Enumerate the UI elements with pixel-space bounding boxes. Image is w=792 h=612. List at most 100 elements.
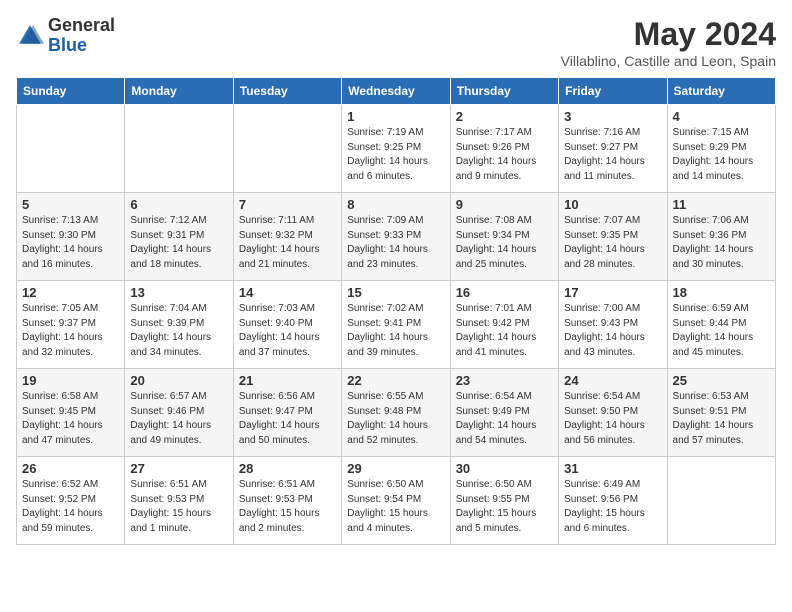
day-detail: Sunrise: 7:03 AM Sunset: 9:40 PM Dayligh… [239,302,336,360]
day-number: 7 [239,197,336,212]
day-detail: Sunrise: 7:15 AM Sunset: 9:29 PM Dayligh… [673,126,770,184]
day-number: 8 [347,197,444,212]
calendar-week-3: 12 Sunrise: 7:05 AM Sunset: 9:37 PM Dayli… [17,281,776,369]
day-number: 20 [130,373,227,388]
day-number: 30 [456,461,553,476]
calendar-cell: 4 Sunrise: 7:15 AM Sunset: 9:29 PM Daylig… [667,105,775,193]
calendar-cell: 28Sunrise: 6:51 AM Sunset: 9:53 PM Dayli… [233,457,341,545]
day-detail: Sunrise: 7:11 AM Sunset: 9:32 PM Dayligh… [239,214,336,272]
logo-general-text: General [48,16,115,36]
day-detail: Sunrise: 7:06 AM Sunset: 9:36 PM Dayligh… [673,214,770,272]
day-detail: Sunrise: 7:05 AM Sunset: 9:37 PM Dayligh… [22,302,119,360]
weekday-header-thursday: Thursday [450,78,558,105]
calendar-cell [233,105,341,193]
day-detail: Sunrise: 6:51 AM Sunset: 9:53 PM Dayligh… [130,478,227,536]
calendar-week-1: 1 Sunrise: 7:19 AM Sunset: 9:25 PM Daylig… [17,105,776,193]
day-number: 21 [239,373,336,388]
day-number: 2 [456,109,553,124]
calendar-cell: 20Sunrise: 6:57 AM Sunset: 9:46 PM Dayli… [125,369,233,457]
calendar-cell: 2 Sunrise: 7:17 AM Sunset: 9:26 PM Daylig… [450,105,558,193]
day-number: 11 [673,197,770,212]
calendar-cell: 7 Sunrise: 7:11 AM Sunset: 9:32 PM Daylig… [233,193,341,281]
day-detail: Sunrise: 7:12 AM Sunset: 9:31 PM Dayligh… [130,214,227,272]
day-detail: Sunrise: 7:19 AM Sunset: 9:25 PM Dayligh… [347,126,444,184]
day-number: 27 [130,461,227,476]
day-detail: Sunrise: 7:09 AM Sunset: 9:33 PM Dayligh… [347,214,444,272]
calendar-cell: 31Sunrise: 6:49 AM Sunset: 9:56 PM Dayli… [559,457,667,545]
calendar-cell: 26Sunrise: 6:52 AM Sunset: 9:52 PM Dayli… [17,457,125,545]
calendar-week-5: 26Sunrise: 6:52 AM Sunset: 9:52 PM Dayli… [17,457,776,545]
calendar-cell: 27 Sunrise: 6:51 AM Sunset: 9:53 PM Dayli… [125,457,233,545]
weekday-header-monday: Monday [125,78,233,105]
day-number: 16 [456,285,553,300]
calendar-cell: 12 Sunrise: 7:05 AM Sunset: 9:37 PM Dayli… [17,281,125,369]
day-number: 3 [564,109,661,124]
day-detail: Sunrise: 7:13 AM Sunset: 9:30 PM Dayligh… [22,214,119,272]
day-detail: Sunrise: 7:01 AM Sunset: 9:42 PM Dayligh… [456,302,553,360]
calendar-cell: 8 Sunrise: 7:09 AM Sunset: 9:33 PM Daylig… [342,193,450,281]
calendar-cell: 14 Sunrise: 7:03 AM Sunset: 9:40 PM Dayli… [233,281,341,369]
calendar-cell: 5 Sunrise: 7:13 AM Sunset: 9:30 PM Daylig… [17,193,125,281]
day-detail: Sunrise: 6:54 AM Sunset: 9:49 PM Dayligh… [456,390,553,448]
day-detail: Sunrise: 6:54 AM Sunset: 9:50 PM Dayligh… [564,390,661,448]
day-detail: Sunrise: 7:02 AM Sunset: 9:41 PM Dayligh… [347,302,444,360]
weekday-header-saturday: Saturday [667,78,775,105]
calendar-cell: 15 Sunrise: 7:02 AM Sunset: 9:41 PM Dayli… [342,281,450,369]
title-area: May 2024 Villablino, Castille and Leon, … [561,16,776,69]
day-number: 4 [673,109,770,124]
calendar-body: 1 Sunrise: 7:19 AM Sunset: 9:25 PM Daylig… [17,105,776,545]
day-detail: Sunrise: 6:51 AM Sunset: 9:53 PM Dayligh… [239,478,336,536]
day-detail: Sunrise: 6:50 AM Sunset: 9:55 PM Dayligh… [456,478,553,536]
calendar-cell: 19 Sunrise: 6:58 AM Sunset: 9:45 PM Dayli… [17,369,125,457]
day-detail: Sunrise: 6:56 AM Sunset: 9:47 PM Dayligh… [239,390,336,448]
calendar-cell: 16 Sunrise: 7:01 AM Sunset: 9:42 PM Dayli… [450,281,558,369]
day-detail: Sunrise: 6:58 AM Sunset: 9:45 PM Dayligh… [22,390,119,448]
calendar-cell: 23 Sunrise: 6:54 AM Sunset: 9:49 PM Dayli… [450,369,558,457]
calendar-cell: 30 Sunrise: 6:50 AM Sunset: 9:55 PM Dayli… [450,457,558,545]
day-number: 14 [239,285,336,300]
logo-text: General Blue [48,16,115,56]
calendar-cell: 13Sunrise: 7:04 AM Sunset: 9:39 PM Dayli… [125,281,233,369]
logo-blue-text: Blue [48,36,115,56]
day-number: 9 [456,197,553,212]
calendar-cell [17,105,125,193]
calendar-cell: 22Sunrise: 6:55 AM Sunset: 9:48 PM Dayli… [342,369,450,457]
day-detail: Sunrise: 6:59 AM Sunset: 9:44 PM Dayligh… [673,302,770,360]
calendar-cell: 21 Sunrise: 6:56 AM Sunset: 9:47 PM Dayli… [233,369,341,457]
calendar-cell: 18 Sunrise: 6:59 AM Sunset: 9:44 PM Dayli… [667,281,775,369]
day-number: 6 [130,197,227,212]
day-detail: Sunrise: 7:17 AM Sunset: 9:26 PM Dayligh… [456,126,553,184]
day-detail: Sunrise: 6:53 AM Sunset: 9:51 PM Dayligh… [673,390,770,448]
day-number: 17 [564,285,661,300]
day-number: 19 [22,373,119,388]
weekday-row: SundayMondayTuesdayWednesdayThursdayFrid… [17,78,776,105]
day-number: 18 [673,285,770,300]
day-detail: Sunrise: 7:16 AM Sunset: 9:27 PM Dayligh… [564,126,661,184]
calendar-cell: 24 Sunrise: 6:54 AM Sunset: 9:50 PM Dayli… [559,369,667,457]
calendar-cell: 9Sunrise: 7:08 AM Sunset: 9:34 PM Daylig… [450,193,558,281]
calendar-cell: 3 Sunrise: 7:16 AM Sunset: 9:27 PM Daylig… [559,105,667,193]
calendar-cell: 11 Sunrise: 7:06 AM Sunset: 9:36 PM Dayli… [667,193,775,281]
day-number: 5 [22,197,119,212]
day-number: 22 [347,373,444,388]
day-number: 31 [564,461,661,476]
weekday-header-wednesday: Wednesday [342,78,450,105]
day-number: 15 [347,285,444,300]
calendar-cell [125,105,233,193]
day-number: 1 [347,109,444,124]
calendar-cell [667,457,775,545]
weekday-header-tuesday: Tuesday [233,78,341,105]
calendar-table: SundayMondayTuesdayWednesdayThursdayFrid… [16,77,776,545]
day-number: 23 [456,373,553,388]
calendar-header: SundayMondayTuesdayWednesdayThursdayFrid… [17,78,776,105]
day-number: 29 [347,461,444,476]
logo-icon [16,22,44,50]
day-number: 12 [22,285,119,300]
calendar-cell: 17Sunrise: 7:00 AM Sunset: 9:43 PM Dayli… [559,281,667,369]
day-number: 24 [564,373,661,388]
day-detail: Sunrise: 7:07 AM Sunset: 9:35 PM Dayligh… [564,214,661,272]
page-header: General Blue May 2024 Villablino, Castil… [16,16,776,69]
calendar-cell: 10Sunrise: 7:07 AM Sunset: 9:35 PM Dayli… [559,193,667,281]
month-year-title: May 2024 [561,16,776,53]
day-detail: Sunrise: 6:50 AM Sunset: 9:54 PM Dayligh… [347,478,444,536]
